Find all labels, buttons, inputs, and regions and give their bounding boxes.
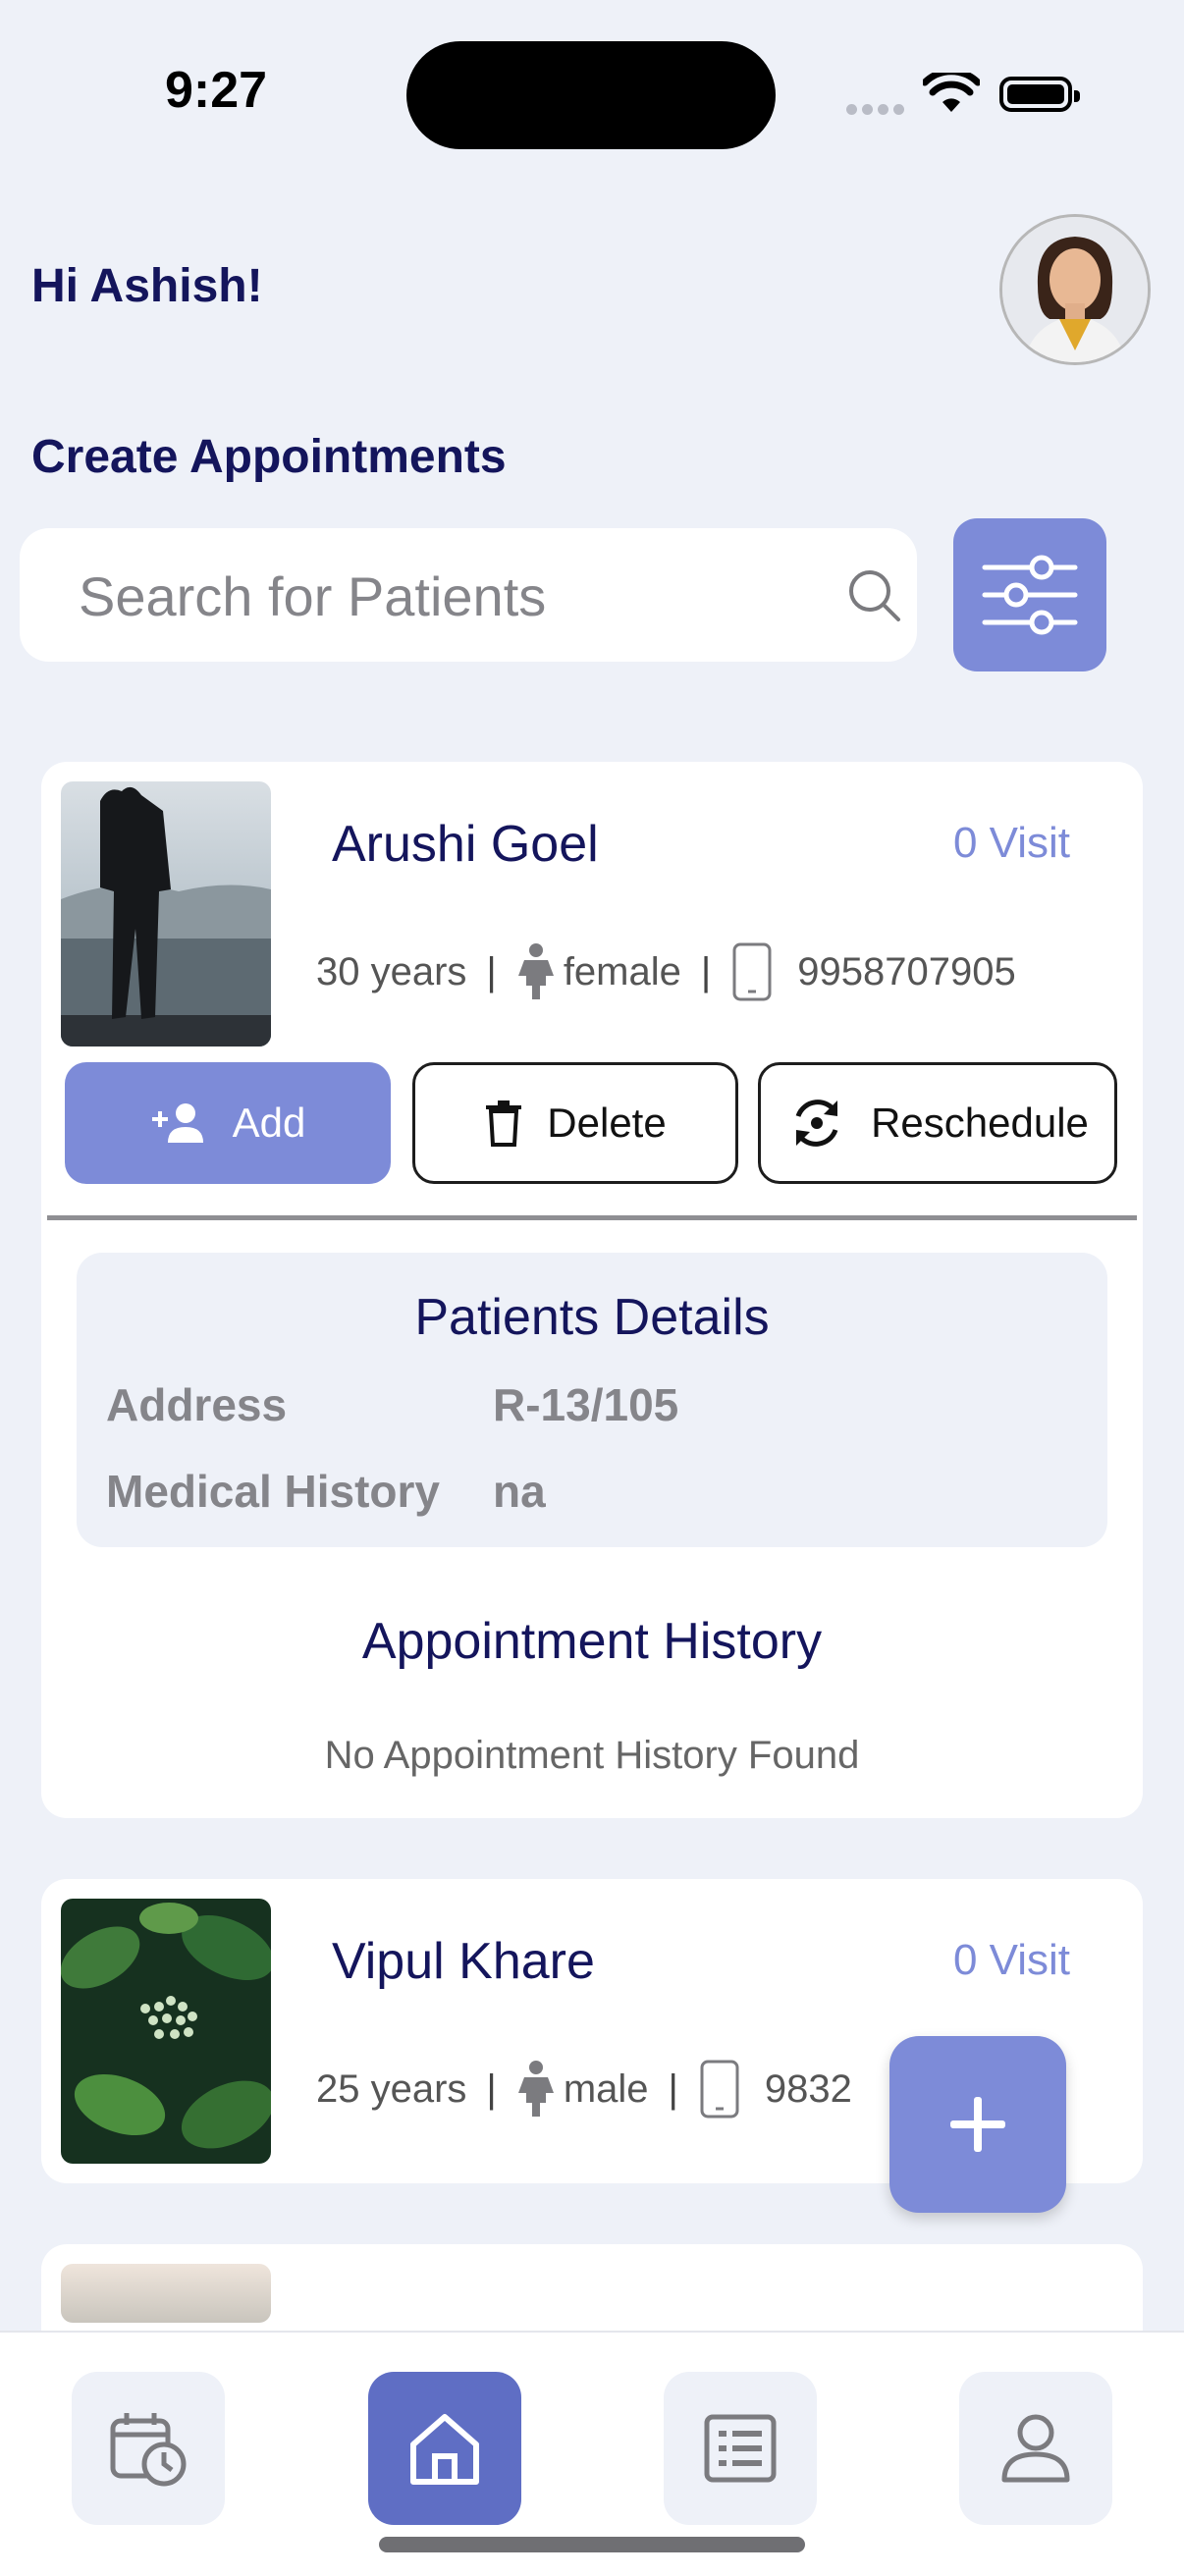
patient-gender: male	[563, 2066, 649, 2111]
home-icon	[410, 2414, 479, 2485]
patient-card[interactable]: Arushi Goel 0 Visit 30 years | female | …	[41, 762, 1143, 1818]
section-title: Create Appointments	[31, 431, 507, 483]
nav-list[interactable]	[664, 2372, 817, 2525]
details-title: Patients Details	[414, 1289, 770, 1346]
address-label: Address	[106, 1379, 288, 1430]
add-appointment-fab[interactable]	[889, 2036, 1066, 2213]
patient-photo	[61, 1899, 271, 2164]
refresh-icon	[795, 1100, 838, 1147]
sliders-icon	[982, 555, 1078, 635]
meta-separator: |	[486, 2066, 497, 2111]
add-button[interactable]: Add	[65, 1062, 391, 1184]
card-divider	[47, 1215, 1137, 1220]
male-icon	[517, 2061, 554, 2117]
nav-home[interactable]	[368, 2372, 521, 2525]
female-icon	[517, 943, 554, 999]
patient-phone: 9832	[764, 2066, 852, 2111]
search-bar	[20, 528, 917, 664]
nav-appointments[interactable]	[72, 2372, 225, 2525]
profile-avatar[interactable]	[999, 214, 1151, 365]
user-icon	[1001, 2414, 1070, 2483]
visit-count: 0 Visit	[952, 1936, 1070, 1984]
patient-name: Arushi Goel	[332, 816, 599, 873]
patient-meta: 25 years | male | 9832	[316, 2060, 852, 2119]
signal-icon	[846, 102, 909, 120]
medical-history-value: na	[493, 1466, 546, 1517]
home-indicator	[379, 2537, 805, 2552]
nav-profile[interactable]	[959, 2372, 1112, 2525]
patient-phone: 9958707905	[797, 949, 1016, 993]
dynamic-island	[406, 41, 776, 149]
meta-separator: |	[668, 2066, 678, 2111]
battery-icon	[999, 77, 1080, 112]
patient-age: 25 years	[316, 2066, 467, 2111]
wifi-icon	[923, 73, 980, 112]
delete-button[interactable]: Delete	[412, 1062, 738, 1184]
patient-photo	[61, 781, 271, 1046]
reschedule-button-label: Reschedule	[871, 1100, 1089, 1146]
visit-count: 0 Visit	[952, 819, 1070, 867]
meta-separator: |	[700, 949, 712, 993]
delete-button-label: Delete	[547, 1100, 667, 1146]
trash-icon	[486, 1100, 522, 1147]
patient-age: 30 years	[316, 949, 467, 993]
filter-button[interactable]	[953, 518, 1106, 671]
reschedule-button[interactable]: Reschedule	[758, 1062, 1117, 1184]
add-button-label: Add	[232, 1100, 306, 1146]
meta-separator: |	[486, 949, 497, 993]
calendar-clock-icon	[110, 2413, 187, 2487]
search-input[interactable]	[77, 528, 827, 664]
phone-icon	[732, 942, 772, 1001]
patient-meta: 30 years | female | 9958707905	[316, 942, 1016, 1001]
phone-icon	[700, 2060, 739, 2119]
add-user-icon	[151, 1103, 203, 1143]
medical-history-label: Medical History	[106, 1466, 440, 1517]
list-icon	[704, 2414, 777, 2483]
patient-details-panel: Patients Details Address R-13/105 Medica…	[77, 1253, 1107, 1547]
address-value: R-13/105	[493, 1379, 679, 1430]
avatar-image	[1002, 217, 1148, 362]
status-time: 9:27	[165, 62, 268, 119]
greeting-text: Hi Ashish!	[31, 260, 263, 312]
patient-gender: female	[563, 949, 681, 993]
patient-name: Vipul Khare	[332, 1933, 595, 1990]
appointment-history-empty: No Appointment History Found	[324, 1734, 860, 1777]
appointment-history-title: Appointment History	[361, 1613, 823, 1670]
plus-icon	[950, 2097, 1005, 2152]
patient-photo	[61, 2264, 271, 2323]
search-icon[interactable]	[844, 565, 903, 624]
